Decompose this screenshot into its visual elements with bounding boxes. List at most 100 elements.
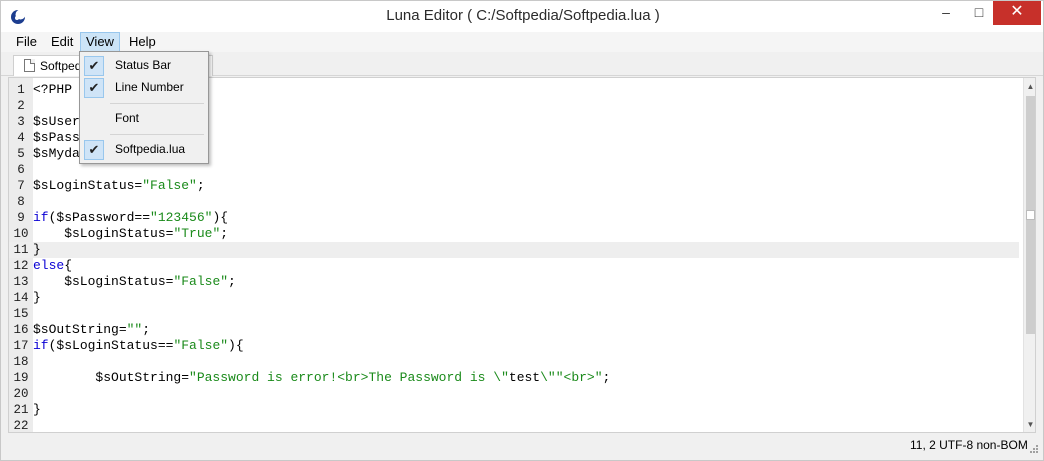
code-line[interactable]: 15 xyxy=(9,306,1019,322)
maximize-icon: □ xyxy=(974,4,984,20)
line-number: 16 xyxy=(13,323,29,337)
menu-separator xyxy=(110,134,204,135)
code-token: $sLoginStatus= xyxy=(33,226,174,241)
code-token: <?PHP xyxy=(33,82,73,97)
code-line[interactable]: 18 xyxy=(9,354,1019,370)
line-code: if($sLoginStatus=="False"){ xyxy=(33,338,244,354)
code-token: ){ xyxy=(212,210,229,225)
line-number: 6 xyxy=(17,163,25,177)
code-token: $sUser xyxy=(33,114,80,129)
line-number: 20 xyxy=(13,387,29,401)
line-number: 1 xyxy=(17,83,25,97)
scroll-down-icon[interactable]: ▼ xyxy=(1024,418,1035,432)
line-number: 7 xyxy=(17,179,25,193)
code-line[interactable]: 17 if($sLoginStatus=="False"){ xyxy=(9,338,1019,354)
resize-grip-icon[interactable] xyxy=(1027,444,1039,456)
code-token: } xyxy=(33,290,41,305)
menu-view[interactable]: View xyxy=(80,32,120,52)
file-icon xyxy=(24,59,35,72)
code-line[interactable]: 19 $sOutString="Password is error!<br>Th… xyxy=(9,370,1019,386)
maximize-button[interactable]: □ xyxy=(962,1,996,25)
line-number: 14 xyxy=(13,291,29,305)
code-line[interactable]: 8 xyxy=(9,194,1019,210)
code-token: if xyxy=(33,338,49,353)
code-line[interactable]: 20 xyxy=(9,386,1019,402)
code-token: "123456" xyxy=(150,210,213,225)
code-token: ($sLoginStatus== xyxy=(48,338,174,353)
code-line[interactable]: 22 xyxy=(9,418,1019,433)
vertical-scrollbar[interactable]: ▲ ▼ xyxy=(1023,78,1035,432)
code-token: ){ xyxy=(228,338,244,353)
menu-item-font[interactable]: Font xyxy=(82,108,206,130)
menu-bar: File Edit View Help xyxy=(1,32,1043,52)
line-number: 5 xyxy=(17,147,25,161)
menu-separator xyxy=(110,103,204,104)
code-token: { xyxy=(64,258,73,273)
line-code: } xyxy=(33,402,41,418)
code-token: ; xyxy=(228,274,236,289)
code-line[interactable]: 21} xyxy=(9,402,1019,418)
code-token: $sOutString= xyxy=(33,322,127,337)
line-code: } xyxy=(33,242,41,258)
line-number: 3 xyxy=(17,115,25,129)
code-line[interactable]: 6 xyxy=(9,162,1019,178)
minimize-icon: – xyxy=(942,4,950,20)
code-token: "False" xyxy=(142,178,197,193)
line-number: 4 xyxy=(17,131,25,145)
code-line[interactable]: 14} xyxy=(9,290,1019,306)
line-code: $sLoginStatus="False"; xyxy=(33,178,205,194)
code-token: $sMyda xyxy=(33,146,80,161)
line-code: } xyxy=(33,290,41,306)
code-token: "Password is error!<br>The Password is \… xyxy=(189,370,509,385)
code-line[interactable]: 12 else{ xyxy=(9,258,1019,274)
line-number: 18 xyxy=(13,355,29,369)
menu-item-label: Font xyxy=(115,111,140,125)
code-line[interactable]: 13 $sLoginStatus="False"; xyxy=(9,274,1019,290)
close-icon: ✕ xyxy=(1010,3,1024,20)
code-token: \""<br>" xyxy=(540,370,603,385)
code-token: ; xyxy=(602,370,611,385)
code-line[interactable]: 10 $sLoginStatus="True"; xyxy=(9,226,1019,242)
code-line[interactable]: 11} xyxy=(9,242,1019,258)
scroll-position-marker xyxy=(1026,210,1035,220)
code-token: $sLoginStatus= xyxy=(33,178,143,193)
line-number: 2 xyxy=(17,99,25,113)
line-code: $sOutString="Password is error!<br>The P… xyxy=(33,370,610,386)
code-token: "" xyxy=(126,322,143,337)
scroll-up-icon[interactable]: ▲ xyxy=(1024,80,1035,94)
line-number: 8 xyxy=(17,195,25,209)
title-bar: Luna Editor ( C:/Softpedia/Softpedia.lua… xyxy=(1,1,1043,32)
line-code: $sLoginStatus="False"; xyxy=(33,274,236,290)
code-line[interactable]: 16 $sOutString=""; xyxy=(9,322,1019,338)
menu-item-label: Line Number xyxy=(115,80,184,94)
line-code: <?PHP xyxy=(33,82,72,98)
line-number: 10 xyxy=(13,227,29,241)
line-code: $sLoginStatus="True"; xyxy=(33,226,228,242)
code-token: "True" xyxy=(173,226,221,241)
code-token: $sLoginStatus= xyxy=(33,274,174,289)
code-token: else xyxy=(33,258,65,273)
code-line[interactable]: 9 if($sPassword=="123456"){ xyxy=(9,210,1019,226)
code-token: test xyxy=(508,370,541,385)
line-code: if($sPassword=="123456"){ xyxy=(33,210,228,226)
menu-edit[interactable]: Edit xyxy=(46,32,78,52)
close-button[interactable]: ✕ xyxy=(993,1,1041,25)
code-line[interactable]: 7 $sLoginStatus="False"; xyxy=(9,178,1019,194)
menu-help[interactable]: Help xyxy=(124,32,161,52)
menu-file[interactable]: File xyxy=(11,32,42,52)
code-token: ; xyxy=(196,178,205,193)
code-token: ; xyxy=(142,322,151,337)
code-token: if xyxy=(33,210,49,225)
status-text: 11, 2 UTF-8 non-BOM xyxy=(910,438,1028,452)
line-number: 11 xyxy=(13,243,29,257)
line-number: 12 xyxy=(13,259,29,273)
menu-item-line-number[interactable]: ✔ Line Number xyxy=(82,77,206,99)
menu-item-softpedia-lua[interactable]: ✔ Softpedia.lua xyxy=(82,139,206,161)
line-number: 22 xyxy=(13,419,29,433)
code-token: } xyxy=(33,402,41,417)
code-token: $sOutString= xyxy=(33,370,190,385)
code-token: $sPass xyxy=(33,130,80,145)
menu-item-status-bar[interactable]: ✔ Status Bar xyxy=(82,55,206,77)
line-number: 15 xyxy=(13,307,29,321)
minimize-button[interactable]: – xyxy=(929,1,963,25)
